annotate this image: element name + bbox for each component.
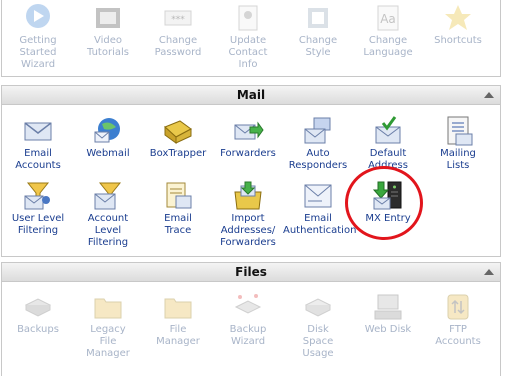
import-addresses-forwarders-link[interactable]: Import Addresses/ Forwarders <box>213 180 283 249</box>
backups-link[interactable]: Backups <box>3 291 73 336</box>
web-disk-link[interactable]: Web Disk <box>353 291 423 336</box>
forwarders-link[interactable]: Forwarders <box>213 115 283 160</box>
item-label: Email Accounts <box>15 148 61 171</box>
mx-entry-link[interactable]: MX Entry <box>353 180 423 225</box>
backup-icon <box>24 298 52 317</box>
email-trace-link[interactable]: Email Trace <box>143 180 213 237</box>
item-label: Import Addresses/ Forwarders <box>220 213 276 248</box>
contact-icon <box>238 5 258 31</box>
import-icon <box>234 181 262 210</box>
disk-icon <box>304 298 332 317</box>
user-filter-icon <box>24 182 50 210</box>
auto-responders-link[interactable]: Auto Responders <box>283 115 353 172</box>
item-label: File Manager <box>156 324 200 347</box>
item-label: Webmail <box>86 148 130 159</box>
files-panel-header[interactable]: Files <box>2 263 500 282</box>
language-icon: Aa <box>377 5 399 31</box>
item-label: Shortcuts <box>434 35 482 46</box>
wizard-icon <box>26 4 50 28</box>
webmail-icon <box>94 118 120 143</box>
disk-space-usage-link[interactable]: Disk Space Usage <box>283 291 353 360</box>
folder-icon <box>164 298 192 319</box>
collapse-arrow-icon[interactable] <box>484 269 494 275</box>
item-label: Video Tutorials <box>87 35 129 58</box>
ftp-icon <box>447 294 469 320</box>
default-address-icon <box>375 116 401 144</box>
files-panel: Files Backups Legacy File Manager File M… <box>1 262 501 376</box>
item-label: Web Disk <box>364 324 412 335</box>
item-label: Update Contact Info <box>228 35 268 70</box>
password-icon: *** <box>164 10 192 26</box>
item-label: Backups <box>17 324 59 335</box>
change-style-link[interactable]: Change Style <box>283 2 353 59</box>
item-label: Getting Started Wizard <box>19 35 57 70</box>
backup-wizard-icon <box>234 294 262 314</box>
item-label: Email Trace <box>164 213 192 236</box>
mx-entry-icon <box>372 181 402 210</box>
webmail-link[interactable]: Webmail <box>73 115 143 160</box>
ftp-accounts-link[interactable]: FTP Accounts <box>423 291 493 348</box>
authentication-icon <box>304 184 332 208</box>
update-contact-info-link[interactable]: Update Contact Info <box>213 2 283 71</box>
video-tutorials-link[interactable]: Video Tutorials <box>73 2 143 59</box>
web-disk-icon <box>374 294 402 320</box>
item-label: FTP Accounts <box>435 324 481 347</box>
item-label: User Level Filtering <box>11 213 65 236</box>
boxtrapper-icon <box>164 120 192 144</box>
change-password-link[interactable]: *** Change Password <box>143 2 213 59</box>
account-level-filtering-link[interactable]: Account Level Filtering <box>73 180 143 249</box>
user-level-filtering-link[interactable]: User Level Filtering <box>3 180 73 237</box>
folder-icon <box>94 298 122 319</box>
style-icon <box>308 8 328 28</box>
forward-icon <box>234 121 264 140</box>
mail-panel: Mail Email Accounts Webmail BoxTrapper F… <box>1 85 501 257</box>
change-language-link[interactable]: Aa Change Language <box>353 2 423 59</box>
legacy-file-manager-link[interactable]: Legacy File Manager <box>73 291 143 360</box>
boxtrapper-link[interactable]: BoxTrapper <box>143 115 213 160</box>
svg-text:Aa: Aa <box>380 12 396 26</box>
item-label: Email Authentication <box>283 213 357 236</box>
item-label: Change Style <box>298 35 338 58</box>
item-label: Auto Responders <box>288 148 348 171</box>
backup-wizard-link[interactable]: Backup Wizard <box>213 291 283 348</box>
right-edge <box>505 0 513 373</box>
item-label: Disk Space Usage <box>302 324 334 359</box>
star-icon <box>445 5 471 30</box>
video-icon <box>96 8 120 28</box>
envelope-icon <box>24 122 52 141</box>
collapse-arrow-icon[interactable] <box>484 92 494 98</box>
item-label: BoxTrapper <box>149 148 207 159</box>
file-manager-link[interactable]: File Manager <box>143 291 213 348</box>
item-label: Backup Wizard <box>229 324 267 347</box>
mail-panel-title: Mail <box>236 88 266 102</box>
mailing-lists-link[interactable]: Mailing Lists <box>423 115 493 172</box>
mailing-list-icon <box>447 116 473 146</box>
getting-started-wizard-link[interactable]: Getting Started Wizard <box>3 2 73 71</box>
preferences-panel: Getting Started Wizard Video Tutorials *… <box>1 0 501 77</box>
trace-icon <box>166 182 192 209</box>
svg-text:***: *** <box>171 15 185 25</box>
item-label: Mailing Lists <box>440 148 476 171</box>
item-label: Change Password <box>154 35 202 58</box>
account-filter-icon <box>94 182 122 210</box>
mail-panel-header[interactable]: Mail <box>2 86 500 105</box>
default-address-link[interactable]: Default Address <box>353 115 423 172</box>
email-accounts-link[interactable]: Email Accounts <box>3 115 73 172</box>
email-authentication-link[interactable]: Email Authentication <box>283 180 357 237</box>
autoresponder-icon <box>304 117 331 144</box>
item-label: Account Level Filtering <box>87 213 129 248</box>
item-label: MX Entry <box>365 213 411 224</box>
item-label: Default Address <box>368 148 408 171</box>
item-label: Legacy File Manager <box>86 324 130 359</box>
files-panel-title: Files <box>235 265 267 279</box>
item-label: Forwarders <box>220 148 276 159</box>
shortcuts-link[interactable]: Shortcuts <box>423 2 493 47</box>
item-label: Change Language <box>363 35 413 58</box>
